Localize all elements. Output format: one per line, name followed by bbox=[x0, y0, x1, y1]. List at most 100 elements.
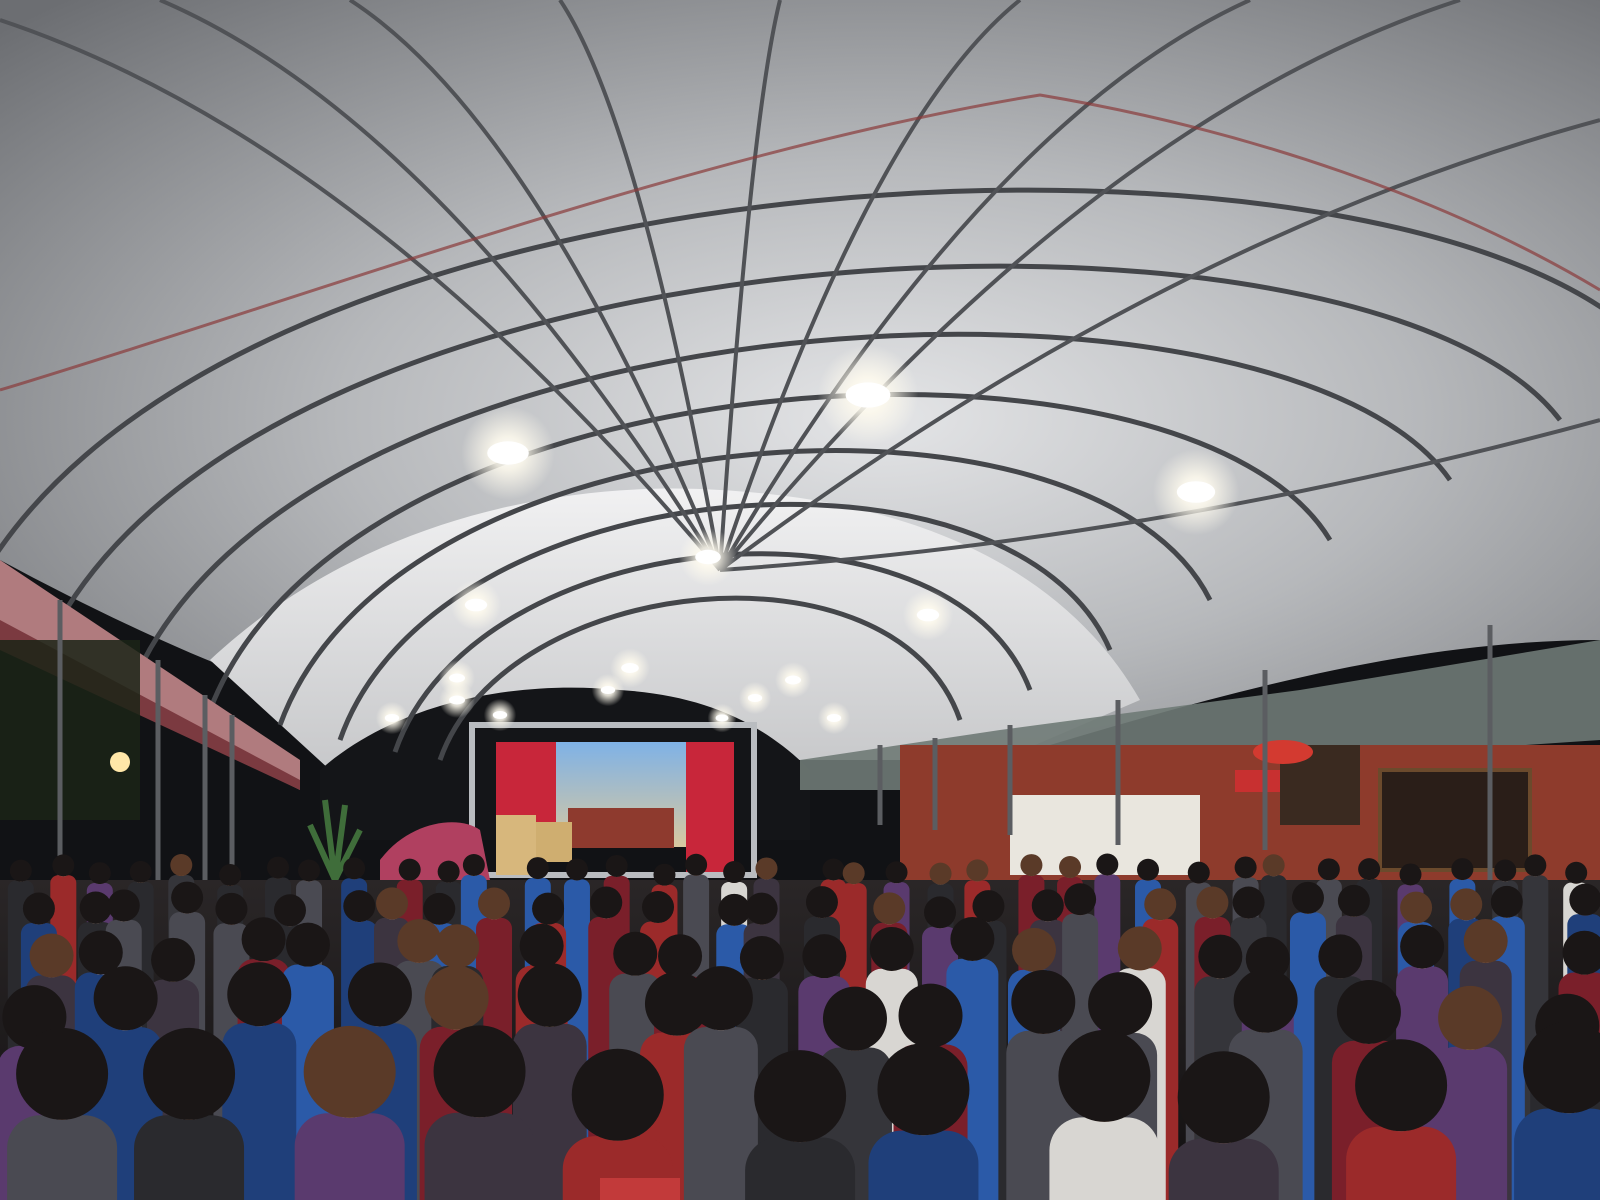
person-body bbox=[1168, 1138, 1279, 1200]
person-head bbox=[873, 892, 906, 925]
lamp bbox=[492, 710, 508, 720]
person-head bbox=[885, 861, 908, 884]
person-head bbox=[1451, 858, 1474, 881]
person-body bbox=[868, 1130, 979, 1200]
tent-crowd-photo bbox=[0, 0, 1600, 1200]
person-body bbox=[424, 1112, 535, 1200]
lamp bbox=[785, 675, 801, 685]
person-head bbox=[1177, 1051, 1270, 1144]
person-head bbox=[1355, 1039, 1448, 1132]
lamp bbox=[621, 663, 639, 673]
street-lamp bbox=[110, 752, 130, 772]
person-head bbox=[1088, 972, 1153, 1037]
person-body bbox=[134, 1115, 245, 1200]
person-body bbox=[294, 1113, 405, 1200]
lamp bbox=[747, 693, 763, 703]
stage-banner-right bbox=[686, 742, 734, 872]
person-head bbox=[1400, 891, 1433, 924]
person-head bbox=[1400, 924, 1445, 969]
person-head bbox=[1011, 927, 1056, 972]
person-head bbox=[29, 933, 74, 978]
person-head bbox=[653, 863, 676, 886]
person-head bbox=[241, 917, 286, 962]
person-head bbox=[1233, 968, 1298, 1033]
person-head bbox=[227, 962, 292, 1027]
person-head bbox=[1317, 858, 1340, 881]
photo-scene bbox=[0, 0, 1600, 1200]
person-head bbox=[822, 986, 887, 1051]
person-head bbox=[397, 918, 442, 963]
person-head bbox=[718, 893, 751, 926]
person-head bbox=[685, 853, 708, 876]
person-head bbox=[1494, 859, 1517, 882]
lamp bbox=[826, 713, 842, 723]
person-head bbox=[532, 892, 565, 925]
wall-notice-board bbox=[1378, 768, 1532, 872]
lamp bbox=[845, 382, 891, 408]
person-head bbox=[376, 887, 409, 920]
person-head bbox=[79, 891, 112, 924]
person-head bbox=[1198, 934, 1243, 979]
person-body bbox=[1514, 1108, 1600, 1200]
person-head bbox=[517, 962, 582, 1027]
person-head bbox=[171, 881, 204, 914]
person-head bbox=[107, 889, 140, 922]
person-head bbox=[972, 890, 1005, 923]
person-head bbox=[129, 860, 152, 883]
person-head bbox=[571, 1048, 664, 1141]
person-head bbox=[267, 856, 290, 879]
person-head bbox=[519, 923, 564, 968]
person-head bbox=[1463, 918, 1508, 963]
person-head bbox=[1438, 985, 1503, 1050]
red-lantern bbox=[1253, 740, 1313, 764]
person-head bbox=[898, 983, 963, 1048]
person-head bbox=[1399, 863, 1422, 886]
lamp bbox=[449, 673, 465, 683]
person-head bbox=[929, 862, 952, 885]
person-head bbox=[1318, 934, 1363, 979]
lamp bbox=[487, 441, 529, 465]
person-head bbox=[613, 931, 658, 976]
person-head bbox=[1569, 883, 1600, 916]
person-head bbox=[343, 857, 366, 880]
person-head bbox=[170, 854, 193, 877]
person-head bbox=[398, 858, 421, 881]
lamp bbox=[449, 695, 465, 705]
wall-sign bbox=[1235, 770, 1280, 792]
person-head bbox=[1336, 979, 1401, 1044]
person-head bbox=[273, 894, 306, 927]
red-barrier bbox=[600, 1178, 680, 1200]
person-head bbox=[143, 1027, 236, 1120]
person-head bbox=[1262, 854, 1285, 877]
person-head bbox=[1059, 856, 1082, 879]
person-head bbox=[754, 1050, 847, 1143]
person-head bbox=[16, 1027, 109, 1120]
person-head bbox=[590, 886, 623, 919]
person-head bbox=[1232, 886, 1265, 919]
person-head bbox=[842, 862, 865, 885]
person-head bbox=[869, 926, 914, 971]
person-head bbox=[1490, 885, 1523, 918]
person-head bbox=[1565, 861, 1588, 884]
person-head bbox=[1196, 886, 1229, 919]
lamp bbox=[715, 714, 729, 722]
person-head bbox=[435, 924, 480, 969]
person-head bbox=[285, 922, 330, 967]
person-head bbox=[1096, 853, 1119, 876]
person-head bbox=[526, 857, 549, 880]
person-head bbox=[1020, 854, 1043, 877]
person-head bbox=[52, 854, 75, 877]
person-head bbox=[1144, 888, 1177, 921]
person-body bbox=[1049, 1117, 1160, 1200]
person-head bbox=[1291, 881, 1324, 914]
person-head bbox=[437, 860, 460, 883]
person-head bbox=[424, 965, 489, 1030]
person-head bbox=[739, 936, 784, 981]
lamp bbox=[1176, 481, 1216, 503]
person-head bbox=[805, 886, 838, 919]
person-head bbox=[343, 890, 376, 923]
person-head bbox=[423, 892, 456, 925]
person-head bbox=[658, 934, 703, 979]
person-head bbox=[347, 962, 412, 1027]
person-head bbox=[298, 859, 321, 882]
